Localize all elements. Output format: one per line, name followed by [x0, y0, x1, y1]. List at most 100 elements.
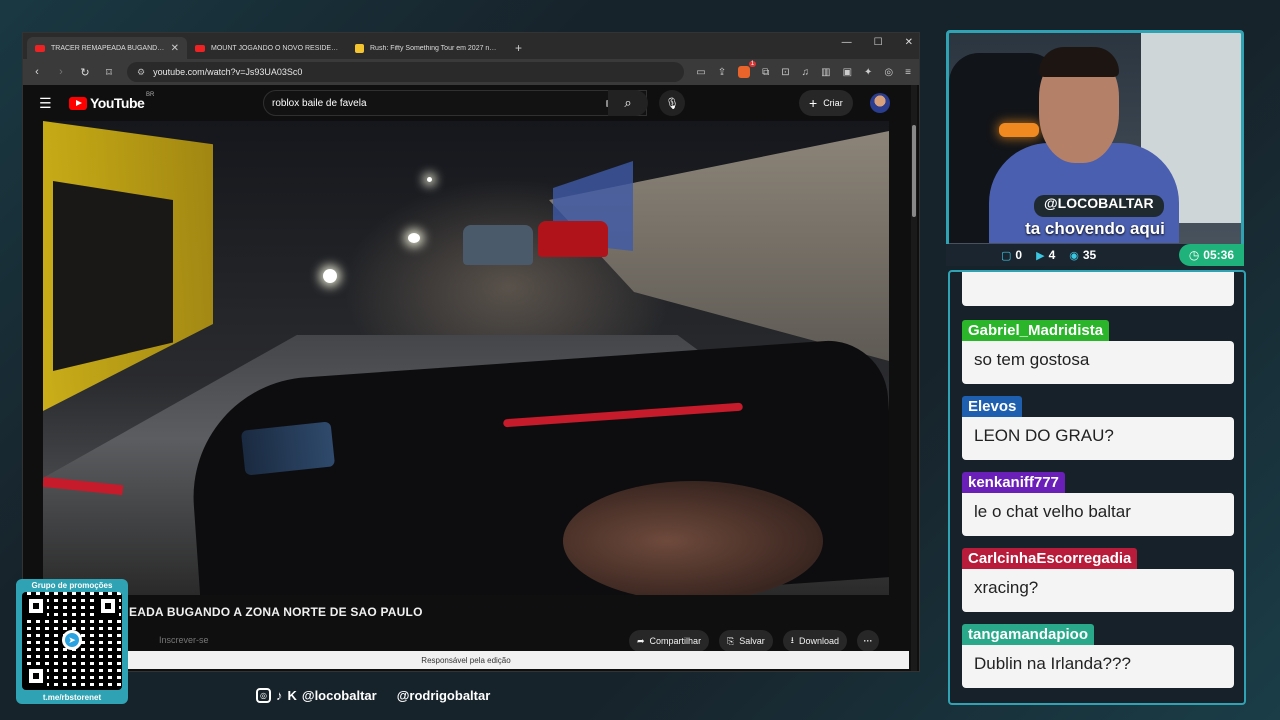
- chat-text: LEON DO GRAU?: [962, 417, 1234, 460]
- download-label: Download: [798, 636, 839, 646]
- edit-notice-bar: Responsável pela edição: [23, 651, 909, 669]
- streamer-handle: @LOCOBALTAR: [1034, 195, 1164, 217]
- chat-message-partial: [962, 272, 1234, 306]
- chat-text: le o chat velho baltar: [962, 493, 1234, 536]
- social-handle-youtube: @rodrigobaltar: [396, 688, 491, 703]
- video-streetlight: [427, 177, 432, 182]
- video-headlight: [408, 233, 420, 243]
- social-group-main: ◎ ♪ K @locobaltar: [256, 688, 377, 703]
- chat-message: Elevos LEON DO GRAU?: [962, 396, 1234, 460]
- create-label: Criar: [823, 98, 843, 108]
- chat-username: CarlcinhaEscorregadia: [962, 548, 1138, 569]
- telegram-icon: ➤: [62, 630, 82, 650]
- vpn-icon[interactable]: ◎: [884, 67, 893, 78]
- save-button[interactable]: ⎘ Salvar: [719, 630, 773, 652]
- youtube-favicon-icon: [195, 44, 205, 52]
- video-actions: ➦ Compartilhar ⎘ Salvar ⭳ Download ···: [629, 630, 879, 652]
- youtube-count: 4: [1048, 248, 1056, 262]
- extensions-icon[interactable]: ⧉: [762, 67, 769, 78]
- extension-badge: 1: [748, 61, 757, 67]
- kick-icon: K: [287, 688, 297, 703]
- country-code: BR: [145, 92, 155, 98]
- download-button[interactable]: ⭳ Download: [782, 630, 847, 652]
- close-window-icon[interactable]: ✕: [905, 37, 913, 48]
- microphone-icon: 🎙︎: [665, 97, 679, 110]
- back-icon[interactable]: ‹: [31, 66, 43, 78]
- maximize-icon[interactable]: ☐: [874, 37, 883, 48]
- tab-bar: TRACER REMAPEADA BUGANDO A ✕ MOUNT JOGAN…: [23, 33, 919, 59]
- share-icon[interactable]: ⇪: [718, 67, 726, 78]
- chat-count: 0: [1015, 248, 1023, 262]
- chat-message: kenkaniff777 le o chat velho baltar: [962, 472, 1234, 536]
- minimize-icon[interactable]: —: [842, 37, 852, 48]
- chat-list: Gabriel_Madridista so tem gostosa Elevos…: [962, 320, 1234, 688]
- sidebar-icon[interactable]: ▥: [821, 67, 830, 78]
- qr-code-icon: ➤: [22, 592, 122, 690]
- music-icon[interactable]: ♫: [802, 67, 810, 78]
- social-handle-main: @locobaltar: [301, 688, 377, 703]
- chat-bubble-icon: ▢: [1001, 249, 1012, 262]
- search-button[interactable]: ⌕: [608, 90, 648, 116]
- youtube-header: ☰ YouTube BR roblox baile de favela ✕ ⌕ …: [23, 85, 919, 121]
- webcam-hair: [1039, 47, 1119, 77]
- chat-username: tangamandapioo: [962, 624, 1095, 645]
- voice-search-button[interactable]: 🎙︎: [659, 90, 685, 116]
- save-label: Salvar: [739, 636, 765, 646]
- url-field[interactable]: ⚙ youtube.com/watch?v=Js93UA03Sc0: [127, 62, 685, 82]
- chat-username: Gabriel_Madridista: [962, 320, 1110, 341]
- browser-window: TRACER REMAPEADA BUGANDO A ✕ MOUNT JOGAN…: [22, 32, 920, 672]
- tab-title: Rush: Fifty Something Tour em 2027 no Br…: [370, 44, 499, 52]
- close-tab-icon[interactable]: ✕: [171, 43, 179, 54]
- chat-username: Elevos: [962, 396, 1023, 417]
- brave-shield-icon[interactable]: 1: [738, 61, 757, 78]
- more-actions-button[interactable]: ···: [856, 630, 879, 652]
- create-button[interactable]: + Criar: [799, 90, 853, 116]
- promo-card: Grupo de promoções ➤ t.me/rbstorenet: [16, 579, 128, 704]
- hamburger-menu-icon[interactable]: ☰: [39, 95, 59, 112]
- video-hand: [563, 481, 823, 595]
- viewers-count: 35: [1082, 248, 1097, 262]
- site-settings-icon[interactable]: ⚙: [137, 67, 145, 78]
- address-bar: ‹ › ↻ ⌑ ⚙ youtube.com/watch?v=Js93UA03Sc…: [23, 59, 919, 85]
- tab-mount[interactable]: MOUNT JOGANDO O NOVO RESIDENT EVIL: [187, 37, 347, 59]
- bookmark-icon[interactable]: ⌑: [103, 66, 115, 79]
- play-logo-icon: [69, 96, 87, 110]
- subscribe-button[interactable]: Inscrever-se: [159, 635, 209, 645]
- logo-text: YouTube: [90, 95, 145, 111]
- chat-message: tangamandapioo Dublin na Irlanda???: [962, 624, 1234, 688]
- video-player[interactable]: [43, 121, 889, 595]
- ai-icon[interactable]: ✦: [864, 67, 872, 78]
- share-button[interactable]: ➦ Compartilhar: [629, 630, 710, 652]
- chat-text: so tem gostosa: [962, 341, 1234, 384]
- video-car: [463, 225, 533, 265]
- reload-icon[interactable]: ↻: [79, 66, 91, 79]
- new-tab-button[interactable]: +: [507, 37, 530, 59]
- tab-rush[interactable]: Rush: Fifty Something Tour em 2027 no Br…: [347, 37, 507, 59]
- search-input[interactable]: roblox baile de favela ✕: [263, 90, 647, 116]
- cast-icon[interactable]: ▭: [696, 67, 705, 78]
- chat-username: kenkaniff777: [962, 472, 1065, 493]
- search-icon: ⌕: [624, 95, 632, 110]
- scrollbar-thumb[interactable]: [912, 125, 916, 217]
- avatar[interactable]: [870, 93, 890, 113]
- chat-text: xracing?: [962, 569, 1234, 612]
- youtube-favicon-icon: [35, 44, 45, 52]
- wallet-icon[interactable]: ▣: [843, 67, 852, 78]
- forward-icon[interactable]: ›: [55, 66, 67, 78]
- chat-text: Dublin na Irlanda???: [962, 645, 1234, 688]
- qr-finder: [97, 595, 119, 617]
- screenshot-icon[interactable]: ⊡: [781, 67, 789, 78]
- menu-icon[interactable]: ≡: [905, 67, 911, 78]
- share-arrow-icon: ➦: [637, 635, 645, 646]
- social-group-youtube: ▶ @rodrigobaltar: [397, 688, 491, 703]
- promo-link: t.me/rbstorenet: [42, 693, 102, 702]
- youtube-icon: ▶: [1036, 249, 1045, 262]
- qr-finder: [25, 595, 47, 617]
- tab-title: MOUNT JOGANDO O NOVO RESIDENT EVIL: [211, 44, 339, 52]
- youtube-logo[interactable]: YouTube BR: [69, 92, 154, 111]
- tab-title: TRACER REMAPEADA BUGANDO A: [51, 44, 165, 52]
- tab-tracer[interactable]: TRACER REMAPEADA BUGANDO A ✕: [27, 37, 187, 59]
- youtube-stat: ▶ 4: [1036, 248, 1055, 262]
- social-handles: ◎ ♪ K @locobaltar ▶ @rodrigobaltar: [256, 688, 490, 703]
- download-icon: ⭳: [790, 635, 794, 645]
